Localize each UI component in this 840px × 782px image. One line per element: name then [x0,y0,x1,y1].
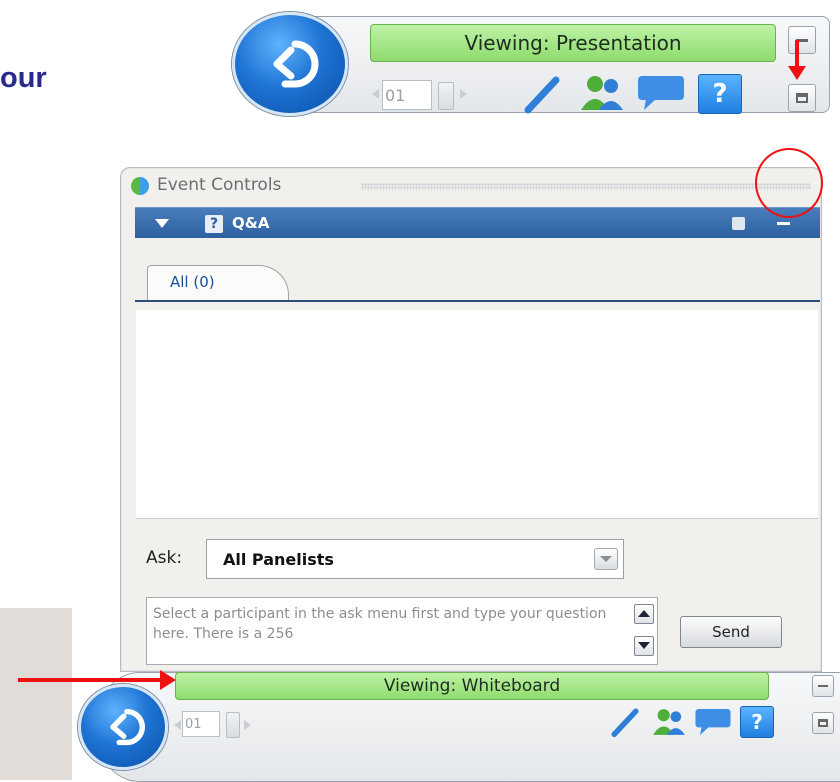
tab-strip: All (0) [135,238,820,310]
back-button[interactable] [232,12,348,116]
restore-button[interactable] [788,84,816,112]
ask-label: Ask: [146,548,183,568]
minimize-icon [818,685,828,687]
restore-icon [818,719,828,727]
slide-background-block [0,608,72,780]
question-list[interactable] [136,310,818,519]
pencil-icon[interactable] [520,74,564,114]
participants-icon[interactable] [577,72,627,114]
restore-icon [796,93,808,103]
event-controls-icon [131,177,149,195]
chevron-down-icon[interactable] [594,548,618,570]
qa-header[interactable]: ? Q&A [135,207,820,239]
restore-button[interactable] [812,712,834,734]
send-label: Send [712,623,750,641]
status-indicator: Viewing: Whiteboard [175,672,769,700]
question-icon: ? [751,710,763,734]
page-number: 01 [185,716,202,732]
minimize-button[interactable] [812,675,834,697]
popout-icon[interactable] [732,217,745,230]
page-spinner[interactable] [438,82,454,110]
next-page-arrow[interactable] [460,89,467,99]
drag-grip[interactable] [361,183,811,190]
chat-icon[interactable] [692,706,734,738]
chat-icon[interactable] [634,72,688,114]
tab-divider [135,300,820,302]
question-placeholder: Select a participant in the ask menu fir… [153,606,607,642]
question-icon: ? [712,79,728,109]
ask-recipient-select[interactable]: All Panelists [206,539,624,579]
page-number-box[interactable]: 01 [182,711,220,737]
slide-text-fragment: our [0,62,47,94]
next-page-arrow[interactable] [244,720,251,730]
page-spinner[interactable] [226,712,240,738]
question-icon: ? [205,215,223,233]
question-input[interactable]: Select a participant in the ask menu fir… [146,597,658,665]
prev-page-arrow[interactable] [174,720,181,730]
bottom-toolbar: Viewing: Whiteboard 01 ? [76,664,840,782]
back-button[interactable] [78,684,168,770]
scroll-up-button[interactable] [634,604,654,624]
minimize-button[interactable] [788,26,816,54]
status-indicator: Viewing: Presentation [370,24,776,62]
qa-title: Q&A [232,214,270,232]
minimize-icon[interactable] [777,222,790,225]
back-arrow-icon [273,40,319,88]
send-button[interactable]: Send [680,616,782,648]
panel-title: Event Controls [157,175,282,195]
status-text: Viewing: Presentation [464,31,682,55]
back-arrow-icon [110,708,145,746]
panel-title-bar[interactable]: Event Controls [131,174,811,196]
scroll-down-button[interactable] [634,636,654,656]
highlight-circle-annotation [755,148,823,218]
collapse-arrow-icon[interactable] [155,219,169,228]
qa-button[interactable]: ? [740,706,774,738]
page-number-box[interactable]: 01 [382,80,432,110]
pencil-icon[interactable] [608,706,642,738]
red-arrow-head [160,670,176,690]
red-arrow-annotation [18,678,168,682]
red-down-arrow-head [788,66,806,80]
ask-selected-value: All Panelists [223,550,334,569]
qa-button[interactable]: ? [698,74,742,114]
top-toolbar: Viewing: Presentation 01 ? [230,8,835,118]
tab-all[interactable]: All (0) [147,265,289,300]
tab-label: All (0) [170,273,215,291]
prev-page-arrow[interactable] [372,89,379,99]
page-number: 01 [385,85,406,105]
participants-icon[interactable] [650,706,688,738]
status-text: Viewing: Whiteboard [383,676,561,696]
